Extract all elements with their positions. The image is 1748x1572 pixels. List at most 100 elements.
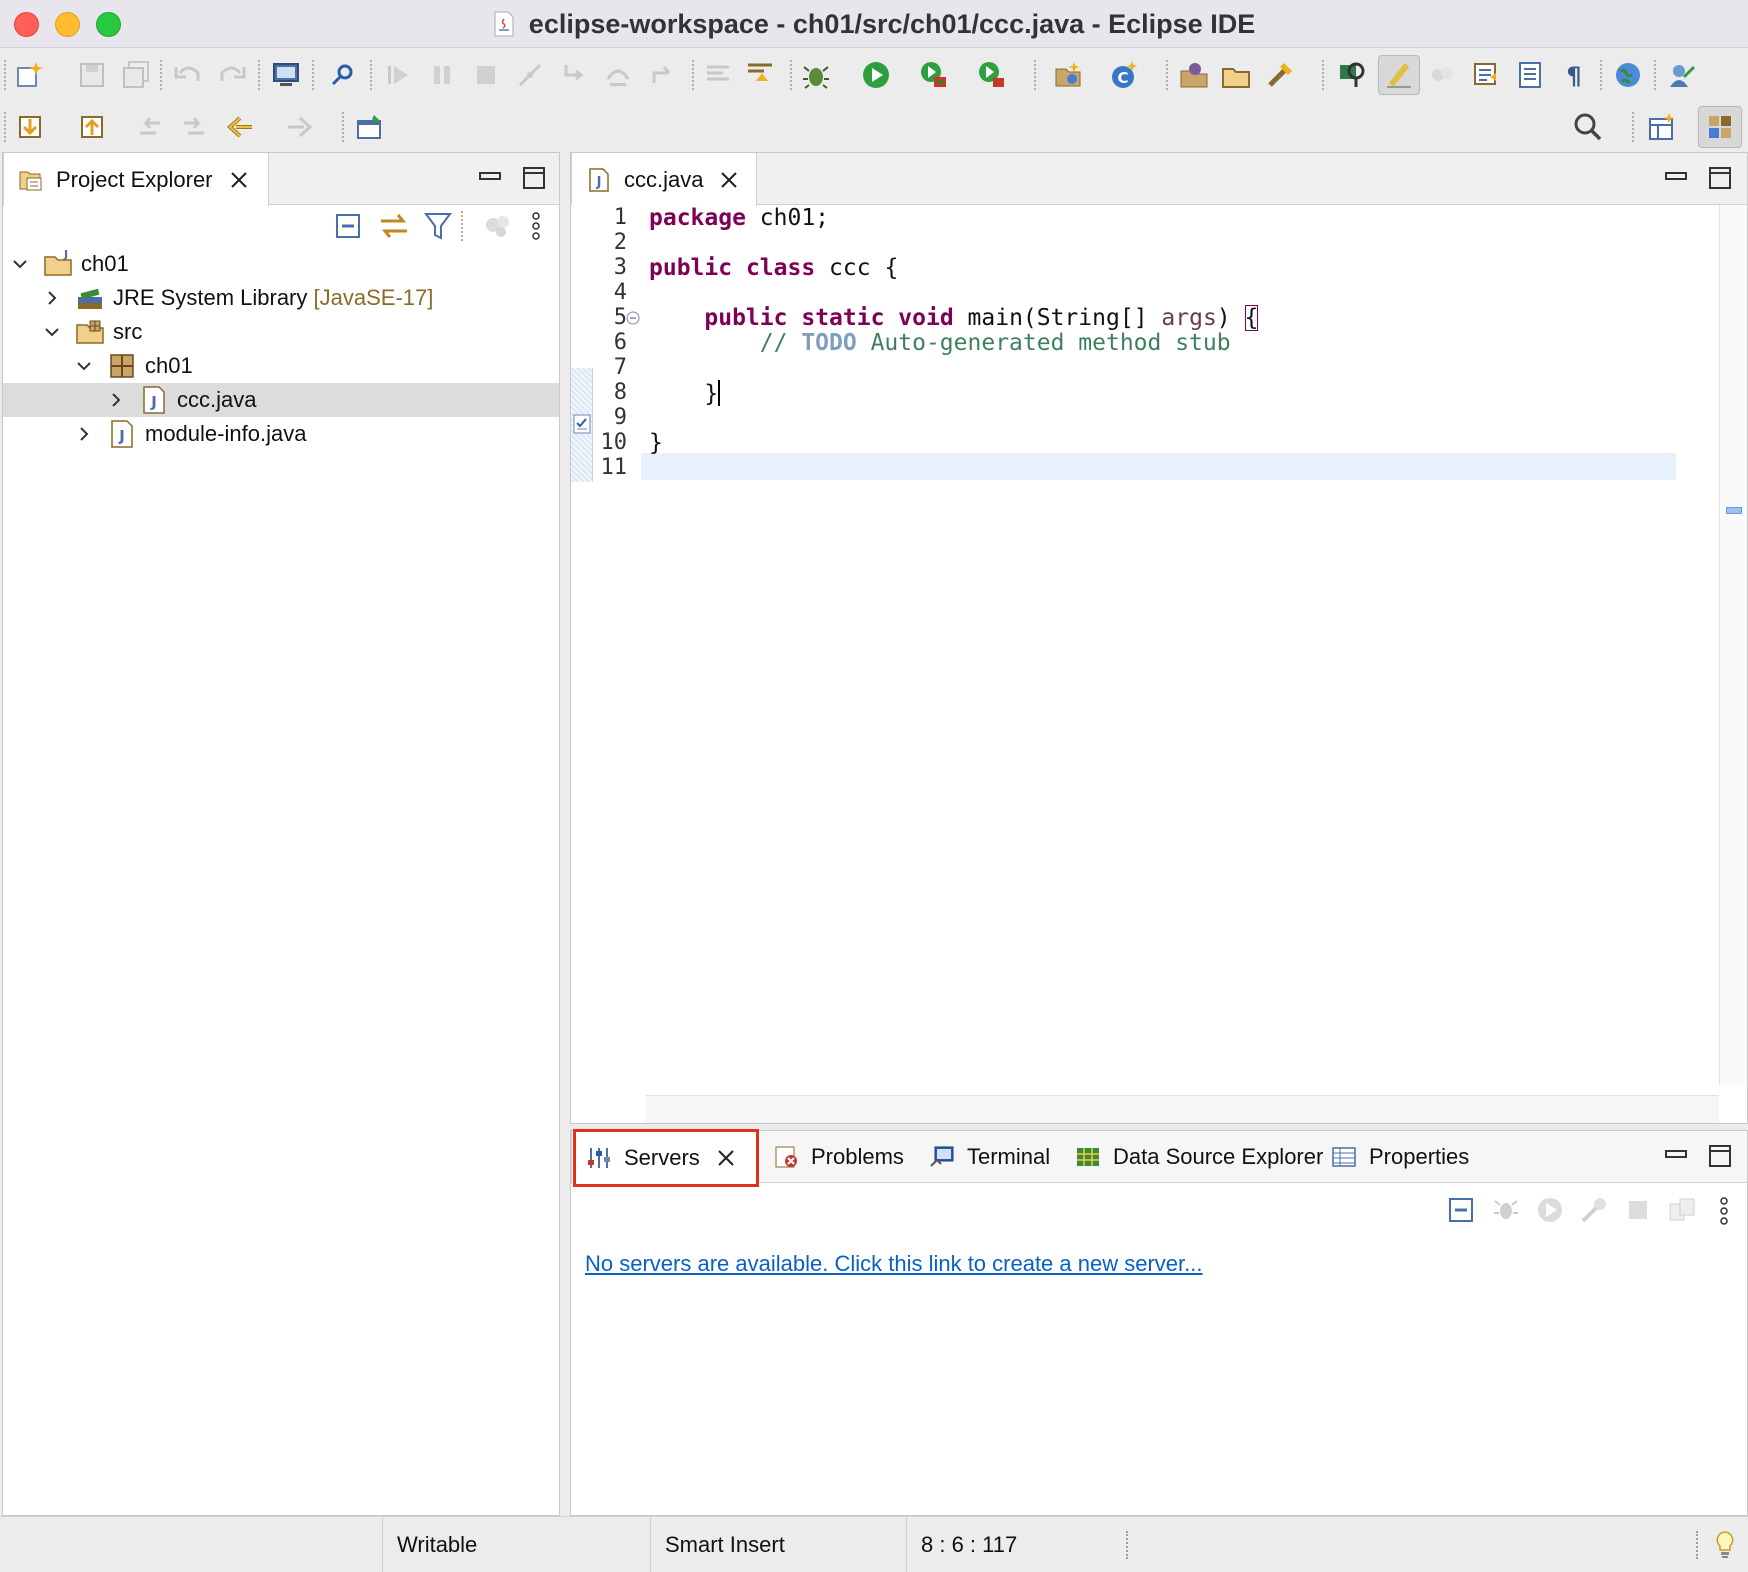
- tab-data-source-explorer[interactable]: Data Source Explorer: [1061, 1131, 1337, 1183]
- filter-icon[interactable]: [423, 209, 453, 243]
- back-icon[interactable]: [222, 109, 258, 145]
- search-references-icon[interactable]: [324, 57, 360, 93]
- chevron-right-icon[interactable]: [43, 289, 61, 307]
- chevron-down-icon[interactable]: [11, 255, 29, 273]
- overview-ruler[interactable]: [1719, 205, 1747, 1085]
- svg-text:J: J: [150, 393, 157, 411]
- toolbar-separator: [1654, 60, 1657, 90]
- tree-item-text: JRE System Library [JavaSE-17]: [113, 285, 433, 311]
- minimize-icon[interactable]: [477, 165, 503, 191]
- tree-item-src[interactable]: src: [3, 315, 559, 349]
- chevron-down-icon[interactable]: [43, 323, 61, 341]
- chevron-right-icon[interactable]: [75, 425, 93, 443]
- tab-ccc-java[interactable]: J ccc.java: [571, 153, 757, 206]
- tab-label: Problems: [811, 1144, 904, 1169]
- tab-project-explorer[interactable]: Project Explorer: [3, 153, 269, 206]
- task-overview-marker[interactable]: [1726, 507, 1742, 514]
- toolbar-separator: [160, 60, 163, 90]
- pilcrow-icon[interactable]: ¶: [1556, 57, 1592, 93]
- collapse-all-icon[interactable]: [333, 209, 365, 243]
- new-java-class-icon[interactable]: C: [1106, 57, 1142, 93]
- search-icon[interactable]: [1334, 57, 1370, 93]
- tree-item-module-info[interactable]: J module-info.java: [3, 417, 559, 451]
- step-over-icon: [600, 57, 636, 93]
- maximize-icon[interactable]: [1707, 165, 1733, 191]
- publish-server-icon: [1669, 1198, 1695, 1221]
- collapse-all-icon[interactable]: [1447, 1195, 1477, 1225]
- open-perspective-icon[interactable]: [1644, 109, 1680, 145]
- toolbar-separator: [1322, 60, 1325, 90]
- globe-icon[interactable]: [1610, 57, 1646, 93]
- view-menu-icon[interactable]: [1717, 1195, 1731, 1227]
- tab-servers[interactable]: Servers: [571, 1131, 757, 1184]
- show-whitespace-icon[interactable]: [1512, 57, 1548, 93]
- fold-collapse-icon[interactable]: [625, 310, 641, 326]
- close-icon[interactable]: [716, 1148, 736, 1168]
- window-title: eclipse-workspace - ch01/src/ch01/ccc.ja…: [528, 8, 1256, 39]
- disconnect-icon: [512, 57, 548, 93]
- coverage-icon[interactable]: [916, 57, 952, 93]
- properties-icon: [1332, 1147, 1356, 1167]
- chevron-down-icon[interactable]: [75, 357, 93, 375]
- link-with-editor-icon[interactable]: [377, 209, 411, 243]
- team-sync-icon[interactable]: [1664, 57, 1700, 93]
- java-ee-perspective-icon[interactable]: [1698, 106, 1742, 148]
- data-source-icon: [1077, 1148, 1099, 1166]
- horizontal-scrollbar[interactable]: [646, 1095, 1719, 1123]
- redo-icon: [214, 57, 250, 93]
- next-annotation-icon[interactable]: [14, 109, 50, 145]
- run-icon[interactable]: [858, 57, 894, 93]
- resume-icon: [380, 57, 416, 93]
- keyword: public: [649, 255, 733, 281]
- tree-item-jre-library[interactable]: JRE System Library [JavaSE-17]: [3, 281, 559, 315]
- terminal-icon: [930, 1146, 954, 1167]
- create-server-link[interactable]: No servers are available. Click this lin…: [585, 1251, 1202, 1277]
- tree-item-ccc-java[interactable]: J ccc.java: [3, 383, 559, 417]
- open-folder-icon[interactable]: [1218, 57, 1254, 93]
- minimize-icon[interactable]: [1663, 165, 1689, 191]
- use-step-filters-icon: [700, 57, 736, 93]
- chevron-right-icon[interactable]: [107, 391, 125, 409]
- todo-tag: TODO: [801, 330, 857, 356]
- tab-label: Servers: [624, 1144, 700, 1170]
- tab-properties[interactable]: Properties: [1317, 1131, 1483, 1183]
- tab-problems[interactable]: Problems: [759, 1131, 918, 1183]
- new-icon[interactable]: [12, 57, 48, 93]
- view-menu-icon[interactable]: [529, 209, 543, 243]
- open-task-icon[interactable]: [1262, 57, 1298, 93]
- close-icon[interactable]: [719, 170, 739, 190]
- keyword: class: [745, 255, 816, 281]
- tree-item-decoration: [JavaSE-17]: [313, 285, 434, 310]
- toggle-mark-occurrences-icon[interactable]: [1378, 55, 1420, 95]
- current-line-highlight: [641, 453, 1676, 480]
- tree-item-package[interactable]: ch01: [3, 349, 559, 383]
- package-icon: [110, 354, 134, 378]
- open-console-icon[interactable]: [268, 57, 304, 93]
- maximize-icon[interactable]: [521, 165, 547, 191]
- pin-editor-icon[interactable]: [352, 109, 388, 145]
- lightbulb-icon[interactable]: [1712, 1529, 1738, 1561]
- new-java-project-icon[interactable]: [1050, 57, 1086, 93]
- line-number: 2: [613, 230, 627, 255]
- tab-terminal[interactable]: Terminal: [915, 1131, 1064, 1183]
- toggle-block-selection-icon[interactable]: [1468, 57, 1504, 93]
- previous-annotation-icon[interactable]: [76, 109, 112, 145]
- toolbar-separator: [692, 60, 695, 90]
- run-external-tools-icon[interactable]: [974, 57, 1010, 93]
- bottom-tabstrip: Servers Problems Terminal Data Source Ex…: [571, 1131, 1747, 1184]
- line-number: 3: [613, 255, 627, 280]
- code-editor[interactable]: package ch01; public class ccc { public …: [641, 205, 1676, 1085]
- editor-tabstrip: J ccc.java: [571, 153, 1747, 206]
- tree-item-project[interactable]: J ch01: [3, 247, 559, 281]
- code-line-6: // TODO Auto-generated method stub: [649, 330, 1231, 356]
- skip-breakpoints-icon[interactable]: [742, 57, 778, 93]
- start-server-icon: [1538, 1198, 1562, 1222]
- title-bar: eclipse-workspace - ch01/src/ch01/ccc.ja…: [0, 0, 1748, 48]
- open-type-icon[interactable]: [1176, 57, 1212, 93]
- toolbar-separator: [461, 211, 464, 241]
- close-icon[interactable]: [229, 170, 249, 190]
- search-icon[interactable]: [1570, 109, 1606, 145]
- minimize-icon[interactable]: [1663, 1143, 1689, 1169]
- debug-icon[interactable]: [798, 57, 834, 93]
- maximize-icon[interactable]: [1707, 1143, 1733, 1169]
